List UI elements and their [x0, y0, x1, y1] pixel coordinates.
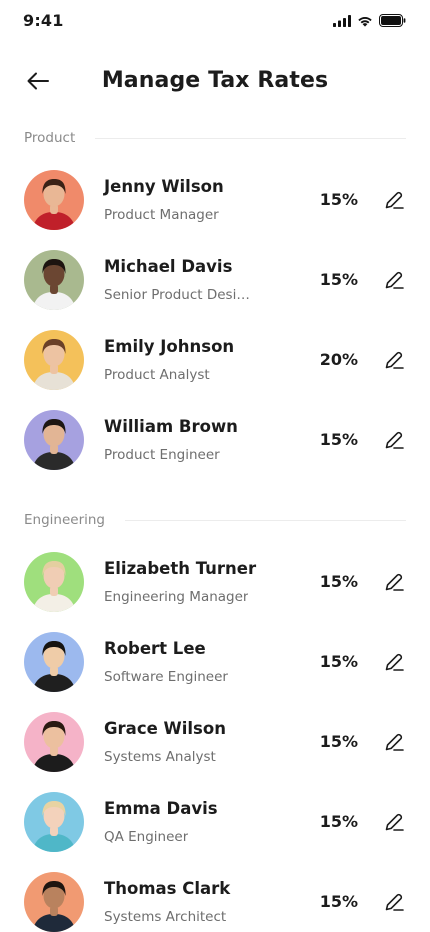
tax-rate: 15% — [319, 812, 358, 831]
pencil-icon — [385, 271, 404, 289]
person-name: Thomas Clark — [104, 879, 231, 898]
edit-button[interactable] — [380, 648, 408, 676]
list-item[interactable]: Jenny Wilson Product Manager 15% — [0, 170, 430, 250]
status-icons — [333, 14, 406, 27]
list-item[interactable]: Elizabeth Turner Engineering Manager 15% — [0, 552, 430, 632]
edit-button[interactable] — [380, 426, 408, 454]
edit-button[interactable] — [380, 888, 408, 916]
avatar — [24, 552, 84, 612]
edit-button[interactable] — [380, 808, 408, 836]
pencil-icon — [385, 893, 404, 911]
person-name: William Brown — [104, 417, 238, 436]
section-label: Engineering — [24, 512, 105, 528]
edit-button[interactable] — [380, 568, 408, 596]
list-item[interactable]: Emma Davis QA Engineer 15% — [0, 792, 430, 872]
tax-rate: 15% — [319, 430, 358, 449]
person-name: Robert Lee — [104, 639, 206, 658]
person-name: Emily Johnson — [104, 337, 235, 356]
avatar — [24, 330, 84, 390]
avatar — [24, 712, 84, 772]
avatar — [24, 792, 84, 852]
avatar — [24, 250, 84, 310]
pencil-icon — [385, 573, 404, 591]
list-item[interactable]: William Brown Product Engineer 15% — [0, 410, 430, 490]
header: Manage Tax Rates — [0, 56, 430, 106]
person-role: Product Engineer — [104, 447, 220, 463]
screen: 9:41 Manage Tax Rates Product Jenny Wils… — [0, 0, 430, 932]
tax-rate: 20% — [319, 350, 358, 369]
person-name: Grace Wilson — [104, 719, 226, 738]
section-header-product: Product — [24, 130, 406, 146]
person-role: Systems Analyst — [104, 749, 216, 765]
tax-rate: 15% — [319, 652, 358, 671]
person-role: Software Engineer — [104, 669, 228, 685]
section-label: Product — [24, 130, 76, 146]
avatar — [24, 170, 84, 230]
avatar — [24, 632, 84, 692]
list-item[interactable]: Thomas Clark Systems Architect 15% — [0, 872, 430, 932]
cellular-signal-icon — [333, 14, 351, 27]
battery-icon — [379, 14, 406, 27]
section-divider — [95, 137, 406, 139]
person-name: Emma Davis — [104, 799, 218, 818]
wifi-icon — [358, 16, 372, 27]
person-name: Michael Davis — [104, 257, 233, 276]
tax-rate: 15% — [319, 892, 358, 911]
pencil-icon — [385, 733, 404, 751]
person-role: QA Engineer — [104, 829, 189, 845]
list-item[interactable]: Emily Johnson Product Analyst 20% — [0, 330, 430, 410]
tax-rate: 15% — [319, 190, 358, 209]
person-role: Product Analyst — [104, 367, 210, 383]
pencil-icon — [385, 191, 404, 209]
list-item[interactable]: Robert Lee Software Engineer 15% — [0, 632, 430, 712]
pencil-icon — [385, 431, 404, 449]
edit-button[interactable] — [380, 266, 408, 294]
edit-button[interactable] — [380, 346, 408, 374]
page-title: Manage Tax Rates — [101, 68, 329, 93]
pencil-icon — [385, 813, 404, 831]
person-role: Systems Architect — [104, 909, 227, 925]
person-role: Engineering Manager — [104, 589, 249, 605]
person-name: Jenny Wilson — [104, 177, 224, 196]
pencil-icon — [385, 653, 404, 671]
edit-button[interactable] — [380, 186, 408, 214]
avatar — [24, 872, 84, 932]
section-divider — [125, 519, 406, 521]
pencil-icon — [385, 351, 404, 369]
status-bar: 9:41 — [0, 0, 430, 44]
edit-button[interactable] — [380, 728, 408, 756]
tax-rate: 15% — [319, 572, 358, 591]
list-item[interactable]: Michael Davis Senior Product Design... 15% — [0, 250, 430, 330]
status-time: 9:41 — [23, 11, 64, 30]
person-role: Senior Product Design... — [104, 287, 254, 303]
tax-rate: 15% — [319, 732, 358, 751]
list-item[interactable]: Grace Wilson Systems Analyst 15% — [0, 712, 430, 792]
tax-rate: 15% — [319, 270, 358, 289]
person-role: Product Manager — [104, 207, 219, 223]
section-header-engineering: Engineering — [24, 512, 406, 528]
avatar — [24, 410, 84, 470]
person-name: Elizabeth Turner — [104, 559, 257, 578]
